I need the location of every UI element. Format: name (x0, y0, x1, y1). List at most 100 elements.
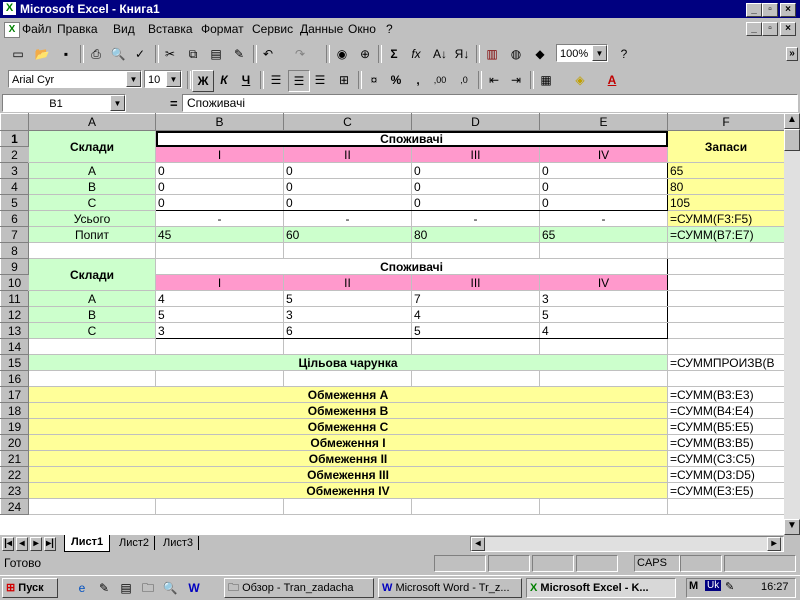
office-assistant-icon[interactable]: ? (614, 44, 634, 64)
align-right-icon[interactable]: ☰ (310, 70, 330, 90)
cell-c11[interactable]: 5 (283, 290, 412, 307)
menu-data[interactable]: Данные (300, 22, 343, 36)
quicklaunch-icon[interactable]: ✎ (94, 578, 114, 598)
italic-button[interactable]: К (214, 70, 234, 90)
print-icon[interactable]: ⎙ (86, 44, 106, 64)
undo-icon[interactable]: ↶ (258, 44, 278, 64)
cell-e6[interactable]: - (539, 210, 668, 227)
cell-b6[interactable]: - (155, 210, 284, 227)
row-header[interactable]: 14 (0, 338, 29, 355)
cell-a14[interactable] (28, 338, 156, 355)
cut-icon[interactable]: ✂ (160, 44, 180, 64)
cell-d11[interactable]: 7 (411, 290, 540, 307)
doc-close-icon[interactable]: × (780, 22, 796, 36)
row-header[interactable]: 24 (0, 498, 29, 515)
cell-f10[interactable] (667, 274, 785, 291)
row-header[interactable]: 23 (0, 482, 29, 499)
cell-f9[interactable] (667, 258, 785, 275)
cell-b2[interactable]: I (155, 146, 284, 163)
cell-f24[interactable] (667, 498, 785, 515)
cell-c3[interactable]: 0 (283, 162, 412, 179)
cell-e10[interactable]: IV (539, 274, 668, 291)
cell-a20[interactable]: Обмеження I (28, 434, 668, 451)
cell-f4[interactable]: 80 (667, 178, 785, 195)
cell-a18[interactable]: Обмеження B (28, 402, 668, 419)
select-all-corner[interactable] (0, 113, 29, 131)
row-header[interactable]: 1 (0, 130, 29, 147)
cell-f21[interactable]: =СУММ(C3:C5) (667, 450, 785, 467)
cell-f16[interactable] (667, 370, 785, 387)
desktop-icon[interactable]: ▤ (116, 578, 136, 598)
excel-icon[interactable]: X (3, 2, 16, 15)
maximize-icon[interactable]: ▫ (762, 3, 778, 17)
cell-e5[interactable]: 0 (539, 194, 668, 211)
column-header-f[interactable]: F (667, 113, 785, 131)
font-size-select[interactable]: 10 ▼ (144, 70, 182, 88)
cell-f20[interactable]: =СУММ(B3:B5) (667, 434, 785, 451)
cell-e3[interactable]: 0 (539, 162, 668, 179)
minimize-icon[interactable]: _ (746, 3, 762, 17)
word-icon[interactable]: W (184, 578, 204, 598)
column-header-e[interactable]: E (539, 113, 668, 131)
spreadsheet-grid[interactable]: A B C D E F 1 Склади Споживачі Запаси 2 … (0, 113, 800, 535)
cell-f22[interactable]: =СУММ(D3:D5) (667, 466, 785, 483)
cell-c13[interactable]: 6 (283, 322, 412, 339)
cell-a19[interactable]: Обмеження C (28, 418, 668, 435)
cell-d12[interactable]: 4 (411, 306, 540, 323)
cell-b24[interactable] (155, 498, 284, 515)
merge-center-icon[interactable]: ⊞ (334, 70, 354, 90)
cell-f5[interactable]: 105 (667, 194, 785, 211)
bold-button[interactable]: Ж (192, 70, 214, 92)
cell-e2[interactable]: IV (539, 146, 668, 163)
cell-a4[interactable]: B (28, 178, 156, 195)
row-header[interactable]: 17 (0, 386, 29, 403)
cell-e16[interactable] (539, 370, 668, 387)
print-preview-icon[interactable]: 🔍 (108, 44, 128, 64)
row-header[interactable]: 7 (0, 226, 29, 243)
cell-c10[interactable]: II (283, 274, 412, 291)
last-sheet-icon[interactable]: ▸| (44, 537, 56, 551)
sheet-tab-1[interactable]: Лист1 (64, 535, 111, 552)
cell-c2[interactable]: II (283, 146, 412, 163)
cell-f13[interactable] (667, 322, 785, 339)
cell-a9[interactable]: Склади (28, 258, 156, 291)
task-explorer[interactable]: 🗀 Обзор - Tran_zadacha (224, 578, 374, 598)
row-header[interactable]: 16 (0, 370, 29, 387)
align-center-icon[interactable]: ☰ (288, 70, 310, 92)
row-header[interactable]: 2 (0, 146, 29, 163)
cell-f17[interactable]: =СУММ(B3:E3) (667, 386, 785, 403)
cell-f6[interactable]: =СУММ(F3:F5) (667, 210, 785, 227)
cell-a16[interactable] (28, 370, 156, 387)
scroll-up-icon[interactable]: ▲ (784, 113, 800, 129)
explorer-icon[interactable]: 🗀 (138, 578, 158, 598)
cell-a12[interactable]: B (28, 306, 156, 323)
autosum-icon[interactable]: Σ (384, 44, 404, 64)
cell-f14[interactable] (667, 338, 785, 355)
row-header[interactable]: 5 (0, 194, 29, 211)
cell-a21[interactable]: Обмеження II (28, 450, 668, 467)
language-indicator[interactable]: Uk (705, 580, 722, 591)
cell-b8[interactable] (155, 242, 284, 259)
zoom-select[interactable]: 100% ▼ (556, 44, 608, 62)
horizontal-scrollbar[interactable]: ◂ ▸ (470, 536, 784, 552)
map-icon[interactable]: ◍ (506, 44, 526, 64)
cell-e8[interactable] (539, 242, 668, 259)
close-icon[interactable]: × (780, 3, 796, 17)
row-header[interactable]: 3 (0, 162, 29, 179)
row-header[interactable]: 13 (0, 322, 29, 339)
cell-d6[interactable]: - (411, 210, 540, 227)
fill-color-icon[interactable]: ◈ (570, 70, 590, 90)
sheet-tab-3[interactable]: Лист3 (158, 536, 200, 550)
cell-a1[interactable]: Склади (28, 130, 156, 163)
cell-b11[interactable]: 4 (155, 290, 284, 307)
menu-tools[interactable]: Сервис (252, 22, 293, 36)
comma-button[interactable]: , (408, 70, 428, 90)
cell-a24[interactable] (28, 498, 156, 515)
sort-descending-icon[interactable]: Я↓ (452, 44, 472, 64)
toolbar-more-icon[interactable]: » (786, 47, 798, 61)
cell-c16[interactable] (283, 370, 412, 387)
formula-input[interactable]: Споживачі (182, 94, 798, 112)
open-icon[interactable]: 📂 (32, 44, 52, 64)
sort-ascending-icon[interactable]: A↓ (430, 44, 450, 64)
vertical-scrollbar[interactable]: ▲ ▼ (784, 113, 800, 535)
